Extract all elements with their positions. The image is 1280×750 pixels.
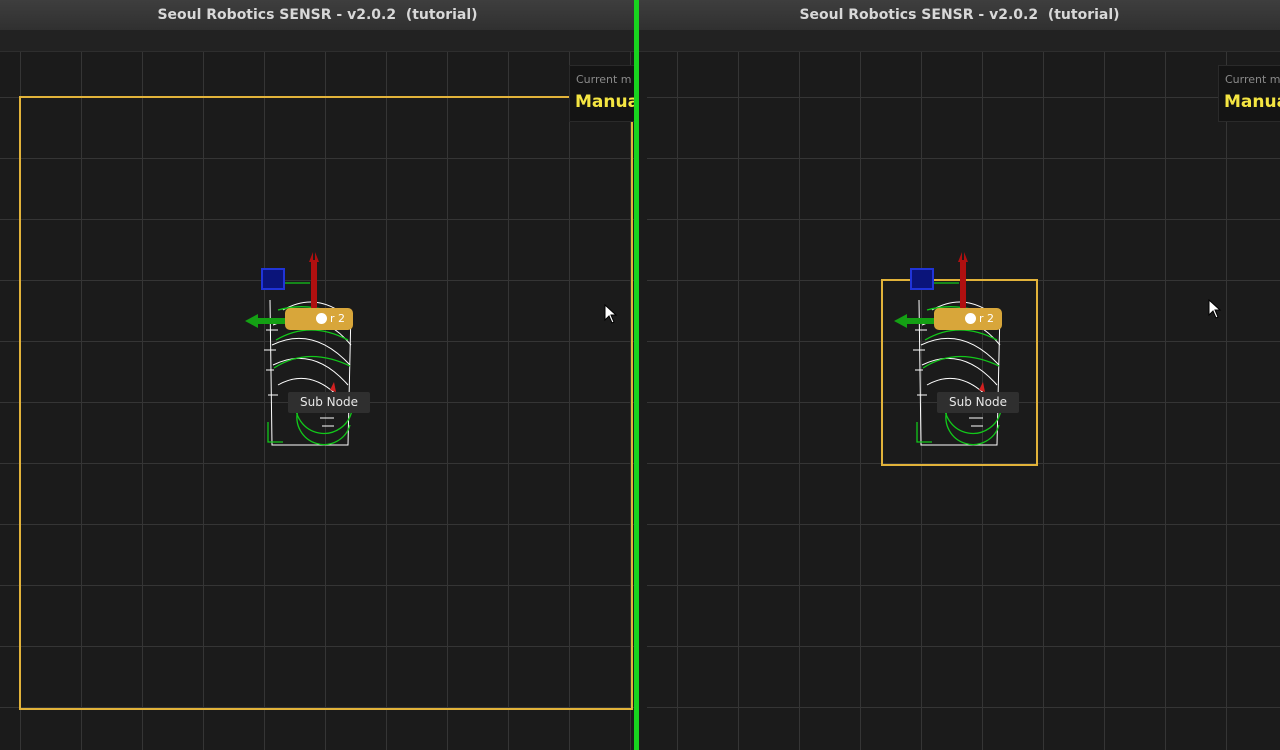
origin-handle[interactable] (316, 313, 327, 324)
mode-value: Manua (1224, 92, 1280, 112)
toolbar (0, 30, 635, 52)
left-window: Seoul Robotics SENSR - v2.0.2 (tutorial)… (0, 0, 635, 750)
point-cloud (894, 252, 1002, 446)
mode-panel: Current m Manua (569, 65, 635, 122)
subnode-label[interactable]: Sub Node (288, 392, 370, 413)
point-cloud (245, 252, 353, 446)
window-title: Seoul Robotics SENSR - v2.0.2 (tutorial) (799, 7, 1120, 23)
right-window: Seoul Robotics SENSR - v2.0.2 (tutorial)… (639, 0, 1280, 750)
mouse-cursor-icon (1208, 299, 1222, 319)
mode-panel: Current m Manua (1218, 65, 1280, 122)
window-title: Seoul Robotics SENSR - v2.0.2 (tutorial) (157, 7, 478, 23)
mouse-cursor-icon (604, 304, 618, 324)
mode-caption: Current m (576, 73, 632, 86)
mode-caption: Current m (1225, 73, 1280, 86)
subnode-label[interactable]: Sub Node (937, 392, 1019, 413)
window-title-bar[interactable]: Seoul Robotics SENSR - v2.0.2 (tutorial) (0, 0, 635, 31)
origin-handle[interactable] (965, 313, 976, 324)
toolbar (639, 30, 1280, 52)
mode-value: Manua (575, 92, 635, 112)
sensor-node[interactable]: r 2 Sub Node (887, 250, 1019, 450)
window-title-bar[interactable]: Seoul Robotics SENSR - v2.0.2 (tutorial) (639, 0, 1280, 31)
sensor-node[interactable]: r 2 Sub Node (238, 250, 370, 450)
